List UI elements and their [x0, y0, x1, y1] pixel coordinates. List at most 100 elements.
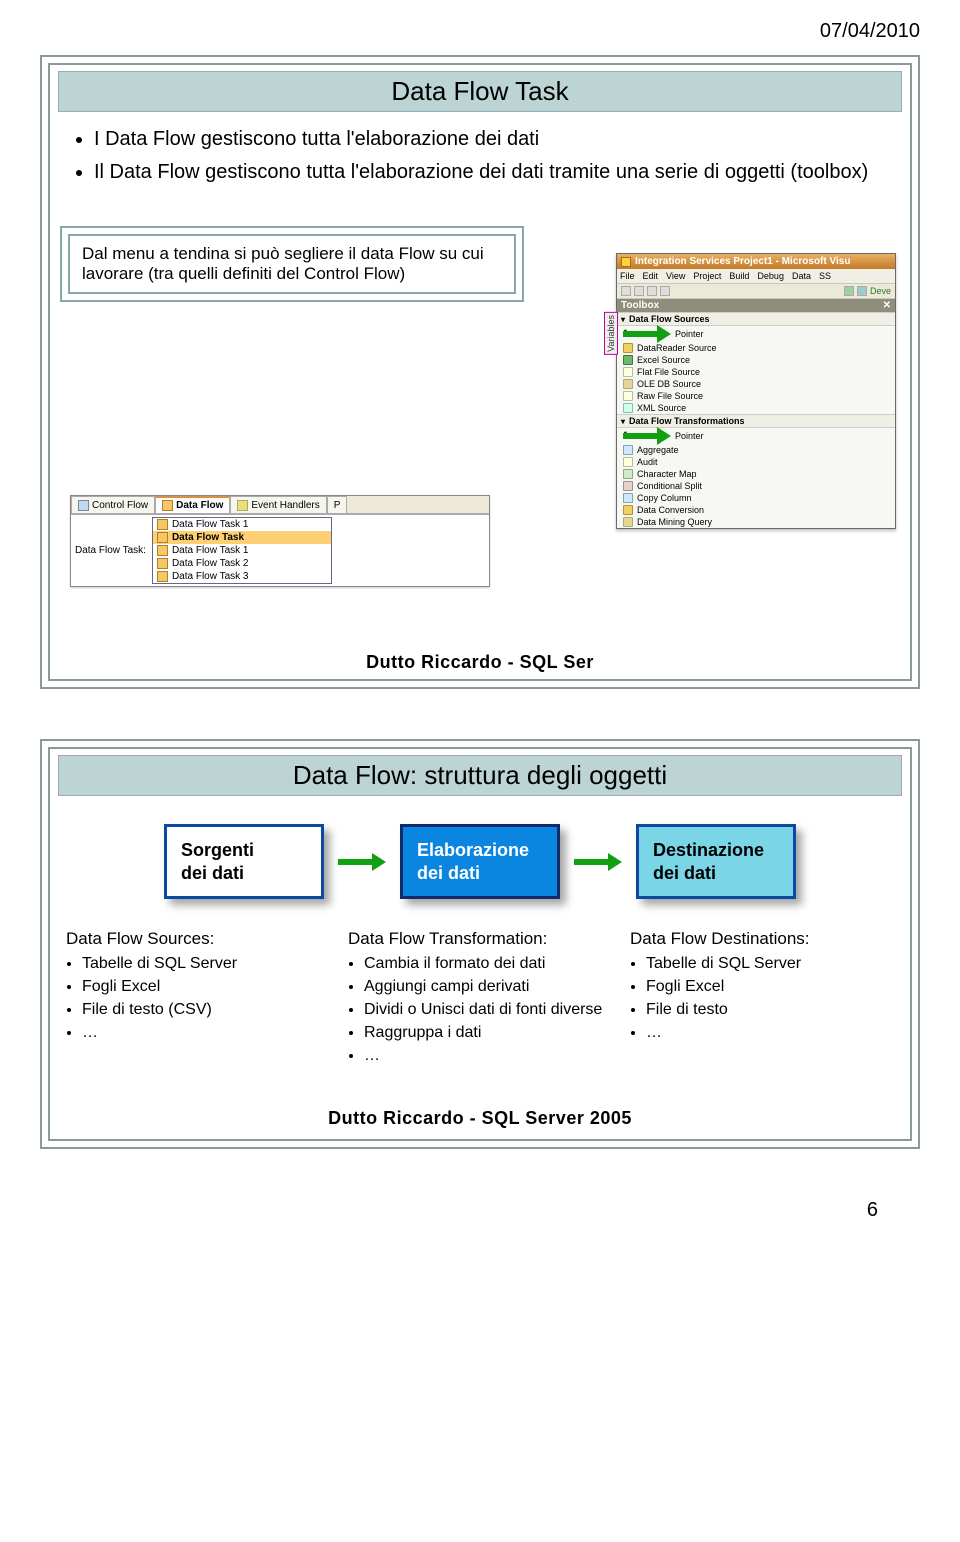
toolbox-item-pointer[interactable]: ↖Pointer [617, 428, 895, 444]
col-item: Fogli Excel [646, 978, 894, 996]
pointer-icon: ↖ [623, 327, 671, 341]
caption-text: Dal menu a tendina si può segliere il da… [68, 234, 516, 294]
dataflow-task-dropdown[interactable]: Data Flow Task 1 Data Flow Task Data Flo… [152, 517, 332, 584]
col-item: Tabelle di SQL Server [82, 955, 330, 973]
col-item: Tabelle di SQL Server [646, 955, 894, 973]
vs-menu-item[interactable]: SS [819, 271, 831, 281]
tab-p[interactable]: P [327, 496, 348, 513]
vs-menu-bar[interactable]: File Edit View Project Build Debug Data … [617, 269, 895, 284]
arrow-icon [338, 855, 386, 869]
dropdown-option[interactable]: Data Flow Task 1 [153, 518, 331, 531]
pointer-icon: ↖ [623, 429, 671, 443]
col-item: … [364, 1047, 612, 1065]
toolbox-item[interactable]: Data Mining Query [617, 516, 895, 528]
vs-menu-item[interactable]: Edit [643, 271, 659, 281]
dropdown-option[interactable]: Data Flow Task 2 [153, 557, 331, 570]
rawfile-icon [623, 391, 633, 401]
flow-box-transform: Elaborazionedei dati [400, 824, 560, 899]
col-head: Data Flow Destinations: [630, 929, 894, 949]
tab-control-flow[interactable]: Control Flow [71, 496, 155, 513]
dropdown-option[interactable]: Data Flow Task 1 [153, 544, 331, 557]
excel-icon [623, 355, 633, 365]
vs-toolbar[interactable]: Deve [617, 284, 895, 299]
section-data-flow-transforms[interactable]: ▾ Data Flow Transformations [617, 414, 895, 428]
col-item: … [646, 1024, 894, 1042]
toolbox-item-pointer[interactable]: ↖Pointer [617, 326, 895, 342]
col-transforms: Data Flow Transformation: Cambia il form… [348, 929, 612, 1070]
dataconv-icon [623, 505, 633, 515]
tab-event-handlers[interactable]: Event Handlers [230, 496, 326, 513]
caption-box: Dal menu a tendina si può segliere il da… [60, 226, 524, 302]
col-item: File di testo [646, 1001, 894, 1019]
dataflow-icon [157, 545, 168, 556]
toolbar-icon[interactable] [621, 286, 631, 296]
vs-menu-item[interactable]: Debug [757, 271, 784, 281]
toolbar-icon[interactable] [660, 286, 670, 296]
arrow-icon [574, 855, 622, 869]
flow-box-destination: Destinazionedei dati [636, 824, 796, 899]
close-icon[interactable]: ✕ [883, 300, 891, 311]
toolbar-label: Deve [870, 286, 891, 296]
vs-menu-item[interactable]: Project [693, 271, 721, 281]
dataflow-task-label: Data Flow Task: [75, 545, 146, 556]
col-item: Cambia il formato dei dati [364, 955, 612, 973]
tab-data-flow[interactable]: Data Flow [155, 496, 230, 513]
condsplit-icon [623, 481, 633, 491]
toolbox-item[interactable]: Copy Column [617, 492, 895, 504]
slide-footer: Dutto Riccardo - SQL Ser [50, 652, 910, 673]
toolbox-item[interactable]: DataReader Source [617, 342, 895, 354]
section-data-flow-sources[interactable]: ▾ Data Flow Sources [617, 312, 895, 326]
toolbox-header-label: Toolbox [621, 300, 659, 311]
page-number: 6 [40, 1199, 920, 1230]
toolbox-item[interactable]: XML Source [617, 402, 895, 414]
eventhandlers-icon [237, 500, 248, 511]
toolbox-item[interactable]: Audit [617, 456, 895, 468]
slide-1: Data Flow Task I Data Flow gestiscono tu… [40, 55, 920, 689]
section-label: Data Flow Transformations [629, 416, 745, 426]
toolbox-item[interactable]: Excel Source [617, 354, 895, 366]
dropdown-option[interactable]: Data Flow Task 3 [153, 570, 331, 583]
dropdown-option-selected[interactable]: Data Flow Task [153, 531, 331, 544]
dataflow-icon [157, 558, 168, 569]
page-date: 07/04/2010 [40, 20, 920, 43]
dataflow-icon [157, 571, 168, 582]
toolbox-item[interactable]: Aggregate [617, 444, 895, 456]
flow-diagram: Sorgentidei dati Elaborazionedei dati De… [64, 824, 896, 899]
col-item: Aggiungi campi derivati [364, 978, 612, 996]
section-label: Data Flow Sources [629, 314, 710, 324]
copycol-icon [623, 493, 633, 503]
slide1-bullet: Il Data Flow gestiscono tutta l'elaboraz… [94, 159, 892, 186]
col-destinations: Data Flow Destinations: Tabelle di SQL S… [630, 929, 894, 1070]
vs-menu-item[interactable]: View [666, 271, 685, 281]
dataflow-tabs-screenshot: Control Flow Data Flow Event Handlers P … [70, 495, 490, 587]
charmap-icon [623, 469, 633, 479]
toolbar-icon[interactable] [857, 286, 867, 296]
toolbox-item[interactable]: Flat File Source [617, 366, 895, 378]
toolbox-item[interactable]: Raw File Source [617, 390, 895, 402]
vs-toolbox-screenshot: Variables Integration Services Project1 … [616, 253, 896, 529]
col-head: Data Flow Sources: [66, 929, 330, 949]
vs-menu-item[interactable]: Build [729, 271, 749, 281]
three-columns: Data Flow Sources: Tabelle di SQL Server… [50, 929, 910, 1078]
vs-menu-item[interactable]: Data [792, 271, 811, 281]
dataflow-icon [162, 500, 173, 511]
toolbar-icon[interactable] [647, 286, 657, 296]
toolbox-item[interactable]: Conditional Split [617, 480, 895, 492]
audit-icon [623, 457, 633, 467]
vs-menu-item[interactable]: File [620, 271, 635, 281]
dataflow-icon [157, 532, 168, 543]
vs-titlebar: Integration Services Project1 - Microsof… [617, 254, 895, 269]
toolbox-item[interactable]: Data Conversion [617, 504, 895, 516]
collapse-icon[interactable]: ▾ [621, 417, 625, 426]
toolbox-item[interactable]: OLE DB Source [617, 378, 895, 390]
designer-tabs[interactable]: Control Flow Data Flow Event Handlers P [71, 496, 489, 514]
toolbar-icon[interactable] [634, 286, 644, 296]
toolbox-header[interactable]: Toolbox ✕ [617, 299, 895, 312]
xml-icon [623, 403, 633, 413]
vs-side-tab-variables[interactable]: Variables [604, 312, 618, 355]
toolbox-item[interactable]: Character Map [617, 468, 895, 480]
col-item: File di testo (CSV) [82, 1001, 330, 1019]
toolbar-play-icon[interactable] [844, 286, 854, 296]
collapse-icon[interactable]: ▾ [621, 315, 625, 324]
datareader-icon [623, 343, 633, 353]
